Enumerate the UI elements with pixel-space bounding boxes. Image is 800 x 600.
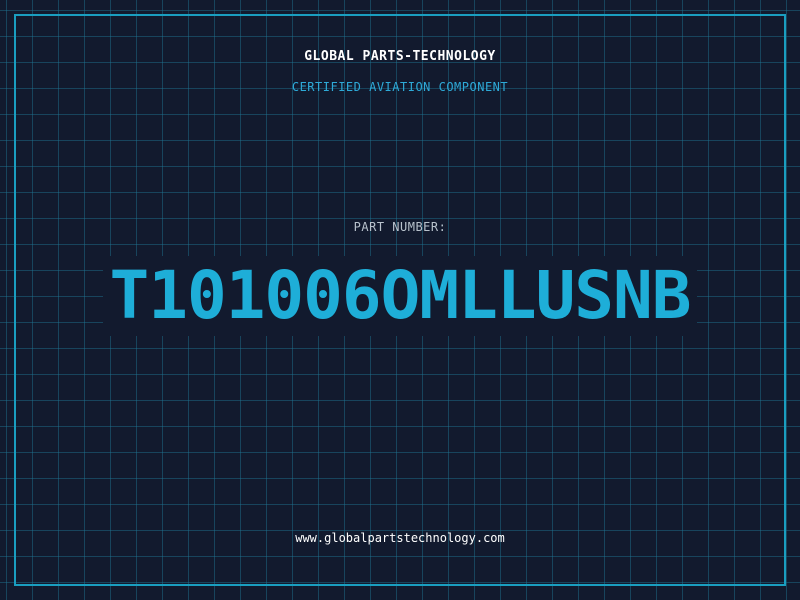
company-name: GLOBAL PARTS-TECHNOLOGY (304, 49, 496, 64)
part-card: GLOBAL PARTS-TECHNOLOGY CERTIFIED AVIATI… (0, 0, 800, 600)
part-number-value: T101006OMLLUSNB (103, 256, 697, 336)
website-url: www.globalpartstechnology.com (295, 531, 505, 545)
part-number-container: T101006OMLLUSNB (0, 256, 800, 336)
certification-tagline: CERTIFIED AVIATION COMPONENT (291, 80, 509, 94)
part-number-label: PART NUMBER: (353, 220, 447, 234)
